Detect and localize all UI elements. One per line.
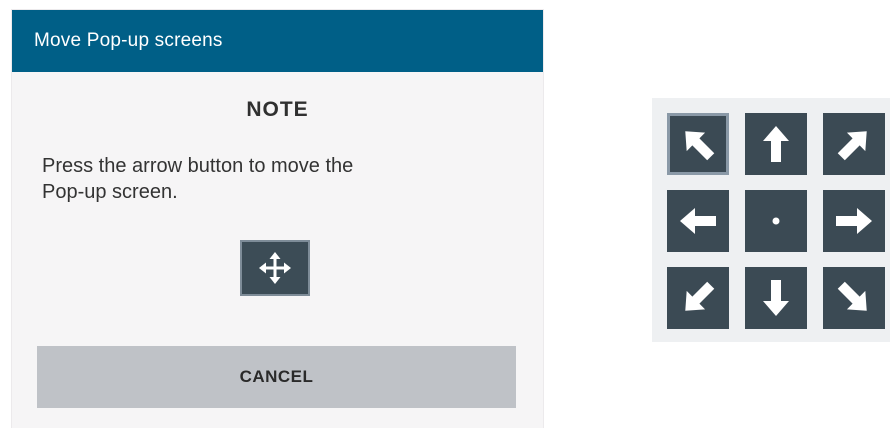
center-button[interactable]: [745, 190, 807, 252]
arrow-up-left-icon: [685, 131, 715, 161]
arrow-right-icon: [836, 208, 872, 234]
dialog-header: Move Pop-up screens: [12, 10, 543, 72]
center-dot-icon: [772, 217, 780, 225]
dialog-title: Move Pop-up screens: [34, 30, 223, 51]
arrow-down-left-icon: [685, 281, 715, 311]
arrow-down-icon: [763, 280, 789, 316]
move-down-button[interactable]: [745, 267, 807, 329]
move-down-right-button[interactable]: [823, 267, 885, 329]
move-button[interactable]: [240, 240, 310, 296]
note-heading: NOTE: [246, 98, 309, 121]
arrow-pad: [652, 98, 890, 342]
move-right-button[interactable]: [823, 190, 885, 252]
arrow-left-icon: [680, 208, 716, 234]
note-message: Press the arrow button to move the Pop-u…: [42, 155, 354, 203]
move-up-right-button[interactable]: [823, 113, 885, 175]
arrow-up-icon: [763, 126, 789, 162]
cancel-button[interactable]: CANCEL: [37, 346, 516, 408]
arrow-down-right-icon: [837, 281, 867, 311]
move-left-button[interactable]: [667, 190, 729, 252]
move-up-button[interactable]: [745, 113, 807, 175]
move-down-left-button[interactable]: [667, 267, 729, 329]
move-popup-dialog: Move Pop-up screens NOTE Press the arrow…: [12, 10, 543, 428]
move-up-left-button[interactable]: [667, 113, 729, 175]
move-arrows-icon: [259, 252, 291, 284]
arrow-up-right-icon: [837, 131, 867, 161]
